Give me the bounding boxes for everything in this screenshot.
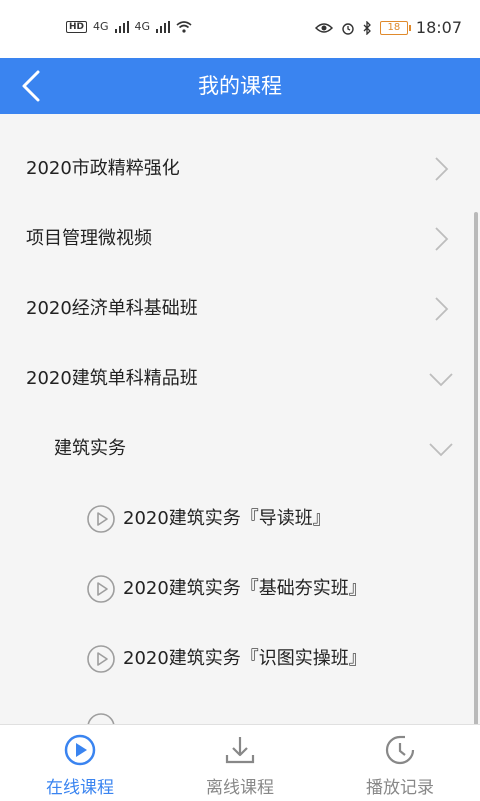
page-title: 我的课程: [198, 74, 282, 98]
wifi-icon: [176, 20, 192, 33]
course-row[interactable]: 项目管理微视频: [0, 204, 480, 275]
history-clock-icon: [385, 735, 415, 765]
course-row[interactable]: 2020经济单科基础班: [0, 274, 480, 345]
alarm-icon: [342, 22, 354, 35]
back-arrow-icon: [22, 70, 40, 102]
tab-play-history[interactable]: 播放记录: [320, 725, 480, 801]
tab-online-courses[interactable]: 在线课程: [0, 725, 160, 801]
back-button[interactable]: [12, 64, 56, 108]
network-type-1: 4G: [93, 20, 109, 33]
play-circle-icon: [87, 505, 115, 533]
chevron-down-icon: [429, 443, 453, 457]
network-type-2: 4G: [134, 20, 151, 33]
signal-icon-2: [156, 20, 171, 33]
scrollbar[interactable]: [474, 212, 478, 724]
play-circle-icon: [87, 645, 115, 673]
lesson-title: 2020建筑实务『导读班』: [123, 508, 331, 529]
tab-label: 播放记录: [366, 778, 434, 798]
lesson-row[interactable]: 2020建筑实务『基础夯实班』: [0, 554, 480, 625]
course-title: 2020建筑单科精品班: [26, 368, 198, 389]
play-circle-icon: [87, 713, 115, 724]
course-title: 2020市政精粹强化: [26, 158, 180, 179]
play-circle-icon: [87, 575, 115, 603]
eye-icon: [314, 22, 333, 33]
status-right: 18 18:07: [314, 18, 462, 37]
hd-badge: HD: [66, 20, 88, 33]
course-list[interactable]: 2020市政精粹强化 项目管理微视频 2020经济单科基础班 2020建筑单科精…: [0, 114, 480, 724]
lesson-title: 2020建筑实务『识图实操班』: [123, 648, 367, 669]
tab-label: 在线课程: [46, 778, 114, 798]
chevron-right-icon: [435, 297, 449, 321]
course-row-expanded[interactable]: 2020建筑单科精品班: [0, 344, 480, 415]
subject-title: 建筑实务: [54, 438, 126, 459]
app-header: 我的课程: [0, 58, 480, 114]
lesson-row[interactable]: 2020建筑实务『识图实操班』: [0, 624, 480, 695]
lesson-row-partial[interactable]: [0, 694, 480, 724]
course-title: 项目管理微视频: [26, 228, 152, 249]
chevron-down-icon: [429, 373, 453, 387]
list-top-separator: [0, 114, 480, 135]
play-circle-icon: [64, 734, 96, 766]
status-bar: HD 4G 4G 18 18:07: [0, 0, 480, 58]
tab-offline-courses[interactable]: 离线课程: [160, 725, 320, 801]
status-left: HD 4G 4G: [66, 20, 192, 33]
lesson-row[interactable]: 2020建筑实务『导读班』: [0, 484, 480, 555]
battery-icon: 18: [379, 20, 411, 35]
bottom-tab-bar: 在线课程 离线课程 播放记录: [0, 724, 480, 801]
chevron-right-icon: [435, 157, 449, 181]
course-row[interactable]: 2020市政精粹强化: [0, 134, 480, 205]
subject-row-expanded[interactable]: 建筑实务: [0, 414, 480, 485]
tab-label: 离线课程: [206, 778, 274, 798]
download-icon: [225, 737, 255, 764]
course-title: 2020经济单科基础班: [26, 298, 198, 319]
signal-icon: [114, 20, 129, 33]
lesson-title: 2020建筑实务『基础夯实班』: [123, 578, 367, 599]
status-time: 18:07: [415, 18, 462, 37]
bluetooth-icon: [363, 20, 371, 35]
chevron-right-icon: [435, 227, 449, 251]
